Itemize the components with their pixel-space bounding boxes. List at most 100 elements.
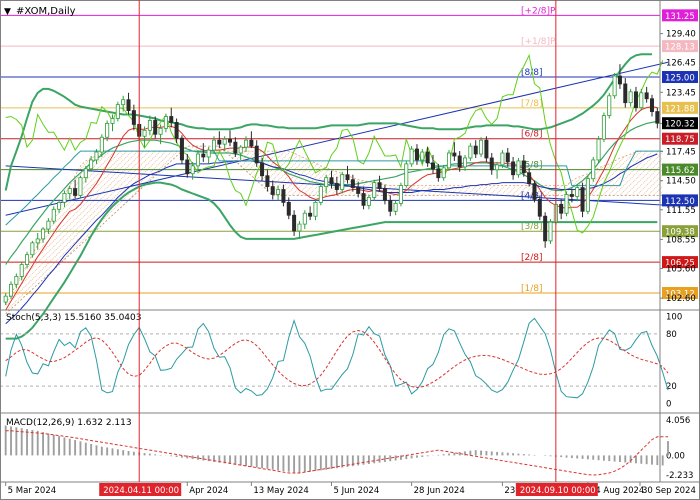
candle-body[interactable] <box>270 186 275 195</box>
candle-body[interactable] <box>430 162 435 170</box>
candle-body[interactable] <box>377 182 382 189</box>
candle-body[interactable] <box>548 221 553 242</box>
candle-body[interactable] <box>388 200 393 212</box>
candle-body[interactable] <box>398 185 403 204</box>
candle-body[interactable] <box>46 220 51 230</box>
candle-body[interactable] <box>649 98 654 112</box>
candle-body[interactable] <box>131 110 136 125</box>
candle-body[interactable] <box>195 153 200 167</box>
candle-body[interactable] <box>174 122 179 139</box>
candle-body[interactable] <box>334 183 339 190</box>
candle-body[interactable] <box>211 139 216 151</box>
candle-body[interactable] <box>126 99 131 111</box>
candle-body[interactable] <box>115 104 120 119</box>
candle-body[interactable] <box>414 148 419 161</box>
candle-body[interactable] <box>238 146 243 154</box>
candle-body[interactable] <box>94 151 99 161</box>
candle-body[interactable] <box>564 194 569 214</box>
candle-body[interactable] <box>532 183 537 200</box>
candle-body[interactable] <box>83 168 88 179</box>
candle-body[interactable] <box>163 116 168 129</box>
candle-body[interactable] <box>345 174 350 181</box>
candle-body[interactable] <box>537 199 542 217</box>
candle-body[interactable] <box>543 215 548 242</box>
candle-body[interactable] <box>382 188 387 201</box>
candle-body[interactable] <box>468 145 473 159</box>
candle-body[interactable] <box>425 151 430 164</box>
candle-body[interactable] <box>366 197 371 206</box>
candle-body[interactable] <box>244 139 249 148</box>
candle-body[interactable] <box>276 189 281 195</box>
candle-body[interactable] <box>254 145 259 164</box>
candle-body[interactable] <box>89 159 94 170</box>
candle-body[interactable] <box>3 295 8 303</box>
candle-body[interactable] <box>41 228 46 240</box>
candle-body[interactable] <box>25 254 30 265</box>
candle-body[interactable] <box>436 168 441 179</box>
candle-body[interactable] <box>318 186 323 203</box>
candle-body[interactable] <box>57 201 62 210</box>
candle-body[interactable] <box>356 187 361 194</box>
trading-chart[interactable]: [+2/8]P131.25[+1/8]P128.13[8/8]125.00[7/… <box>0 0 700 500</box>
candle-body[interactable] <box>393 202 398 212</box>
candle-body[interactable] <box>495 164 500 171</box>
candle-body[interactable] <box>644 92 649 100</box>
candle-body[interactable] <box>580 187 585 212</box>
candle-body[interactable] <box>420 151 425 161</box>
candle-body[interactable] <box>596 138 601 161</box>
stochastic-panel[interactable]: 10080200 <box>0 312 682 410</box>
candle-body[interactable] <box>201 153 206 158</box>
candle-body[interactable] <box>569 194 574 197</box>
candle-body[interactable] <box>607 95 612 116</box>
candle-body[interactable] <box>591 159 596 180</box>
candle-body[interactable] <box>441 167 446 179</box>
candle-body[interactable] <box>265 175 270 187</box>
candle-body[interactable] <box>447 152 452 169</box>
candle-body[interactable] <box>292 214 297 232</box>
candle-body[interactable] <box>153 120 158 135</box>
candle-body[interactable] <box>404 163 409 186</box>
candle-body[interactable] <box>361 193 366 206</box>
candle-body[interactable] <box>585 178 590 212</box>
candle-body[interactable] <box>628 91 633 104</box>
candle-body[interactable] <box>500 152 505 166</box>
candle-body[interactable] <box>260 162 265 177</box>
candle-body[interactable] <box>35 238 40 244</box>
candle-body[interactable] <box>99 136 104 153</box>
candle-body[interactable] <box>639 92 644 109</box>
candle-body[interactable] <box>457 155 462 168</box>
candle-body[interactable] <box>121 99 126 106</box>
candle-body[interactable] <box>473 145 478 155</box>
price-panel[interactable]: [+2/8]P131.25[+1/8]P128.13[8/8]125.00[7/… <box>0 6 698 340</box>
candle-body[interactable] <box>297 223 302 232</box>
candle-body[interactable] <box>575 187 580 197</box>
candle-body[interactable] <box>521 160 526 174</box>
candle-body[interactable] <box>308 212 313 217</box>
candle-body[interactable] <box>350 179 355 188</box>
candle-body[interactable] <box>324 177 329 187</box>
candle-body[interactable] <box>51 208 56 222</box>
candle-body[interactable] <box>452 152 457 157</box>
candle-body[interactable] <box>249 139 254 147</box>
candle-body[interactable] <box>73 188 78 196</box>
candle-body[interactable] <box>623 83 628 104</box>
candle-body[interactable] <box>617 75 622 85</box>
candle-body[interactable] <box>601 115 606 140</box>
candle-body[interactable] <box>340 174 345 190</box>
candle-body[interactable] <box>110 118 115 124</box>
candle-body[interactable] <box>158 127 163 135</box>
candle-body[interactable] <box>511 161 516 176</box>
candle-body[interactable] <box>302 212 307 225</box>
candle-body[interactable] <box>185 159 190 175</box>
candle-body[interactable] <box>206 149 211 158</box>
candle-body[interactable] <box>179 137 184 161</box>
candle-body[interactable] <box>147 120 152 131</box>
candle-body[interactable] <box>14 276 19 285</box>
candle-body[interactable] <box>67 188 72 194</box>
candle-body[interactable] <box>329 177 334 185</box>
candle-body[interactable] <box>313 201 318 217</box>
candle-body[interactable] <box>78 177 83 196</box>
candle-body[interactable] <box>222 138 227 145</box>
candle-body[interactable] <box>516 160 521 176</box>
candle-body[interactable] <box>505 152 510 163</box>
